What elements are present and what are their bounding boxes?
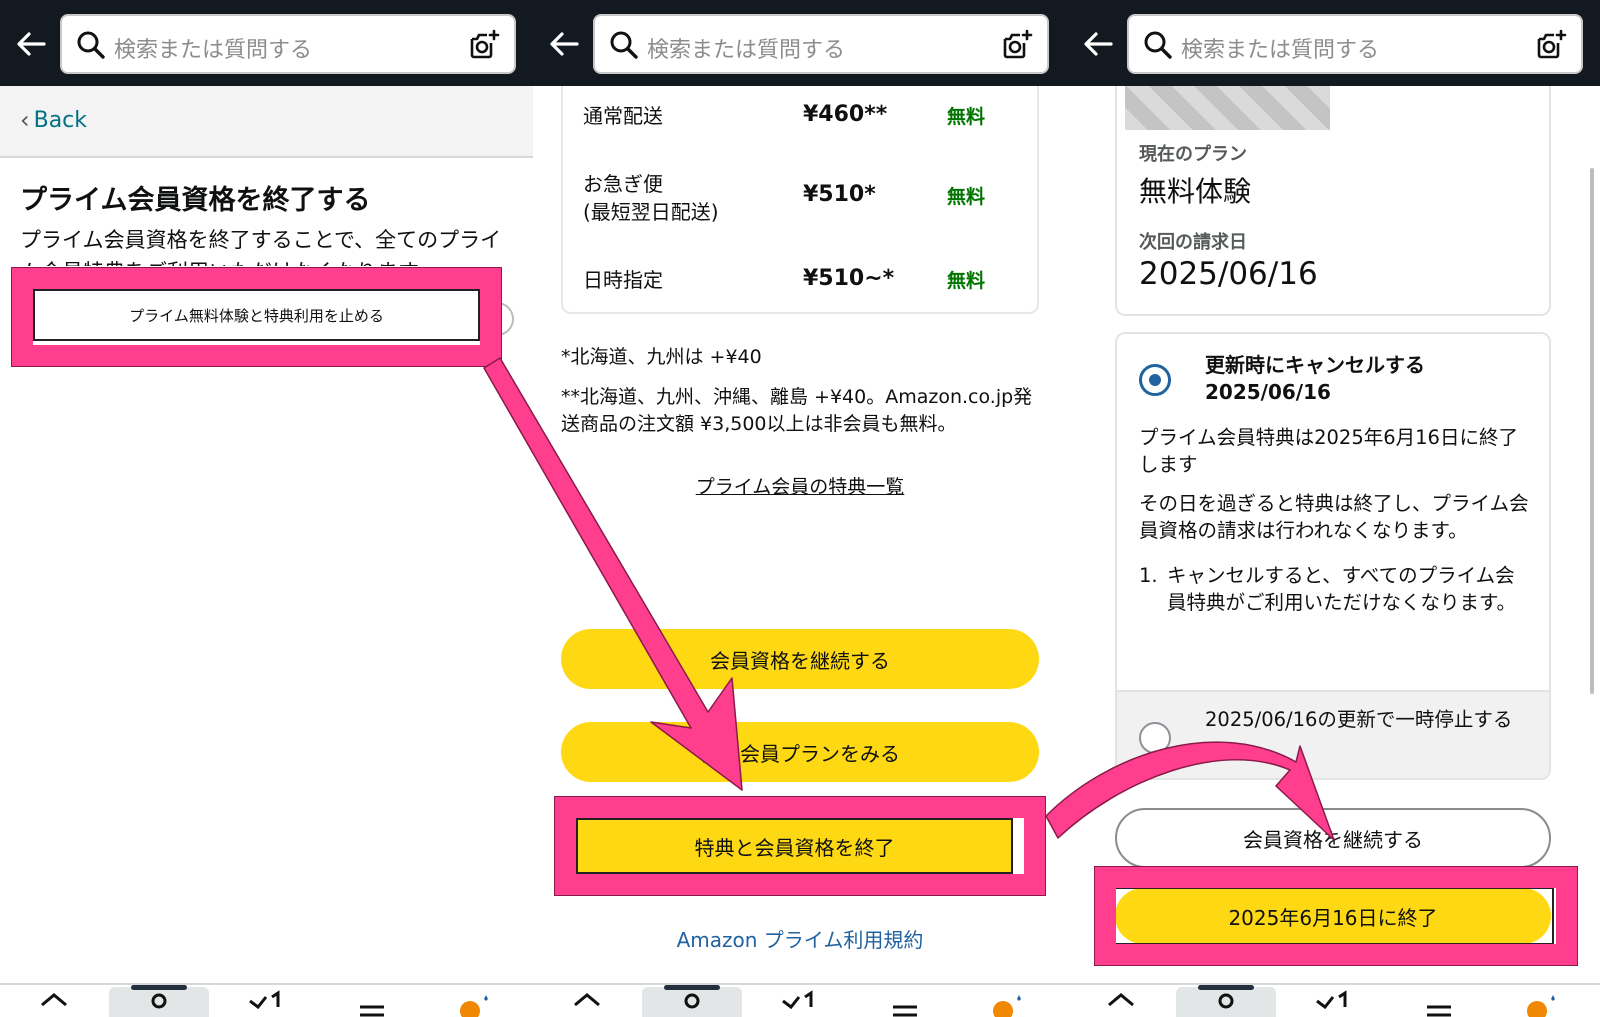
search-input[interactable]: 検索または質問する <box>1181 32 1379 64</box>
home-icon[interactable] <box>34 985 74 1017</box>
option-cancel-text: その日を過ぎると特典は終了し、プライム会員資格の請求は行われなくなります。 <box>1139 492 1529 542</box>
top-bar: 検索または質問する <box>0 0 533 86</box>
bottom-nav <box>533 983 1067 1017</box>
camera-plus-icon[interactable] <box>1535 29 1567 61</box>
arrow-left-icon[interactable] <box>14 27 48 61</box>
back-label[interactable]: Back <box>34 108 87 133</box>
menu-icon[interactable] <box>1419 985 1459 1017</box>
rufus-icon[interactable] <box>456 985 496 1017</box>
current-plan-value: 無料体験 <box>1139 175 1252 208</box>
back-bar: ‹ Back <box>0 86 533 158</box>
search-icon <box>610 31 638 59</box>
shipping-note: **北海道、九州、沖縄、離島 +¥40。Amazon.co.jp発送商品の注文額… <box>561 386 1033 435</box>
cancel-options: 更新時にキャンセルする 2025/06/16 プライム会員特典は2025年6月1… <box>1115 332 1551 780</box>
rufus-icon[interactable] <box>1523 985 1563 1017</box>
shipping-price: ¥510~* <box>803 266 895 291</box>
next-billing-label: 次回の請求日 <box>1139 232 1247 253</box>
top-bar: 検索または質問する <box>533 0 1067 86</box>
search-box[interactable]: 検索または質問する <box>60 14 516 74</box>
highlight-box <box>1094 866 1578 966</box>
shipping-free: 無料 <box>947 270 986 292</box>
search-icon <box>1144 31 1172 59</box>
other-plans-button[interactable]: 他の会員プランをみる <box>561 722 1039 782</box>
chevron-left-icon: ‹ <box>20 106 30 134</box>
benefits-link[interactable]: プライム会員の特典一覧 <box>561 472 1039 499</box>
arrow-left-icon[interactable] <box>547 27 581 61</box>
list-number: 1. <box>1139 564 1158 587</box>
highlight-box <box>554 796 1046 896</box>
shipping-name: 日時指定 <box>583 268 663 292</box>
account-icon[interactable] <box>139 985 179 1017</box>
panel-cancel-intro: 検索または質問する ‹ Back プライム会員資格を終了する プライム会員資格を… <box>0 0 533 1017</box>
continue-membership-button[interactable]: 会員資格を継続する <box>1115 808 1551 868</box>
shipping-table: 通常配送 ¥460** 無料 お急ぎ便 (最短翌日配送) ¥510* 無料 日時… <box>561 86 1039 314</box>
option-pause-text[interactable]: 2025/06/16の更新で一時停止する <box>1205 706 1535 746</box>
panel-shipping-benefits: 検索または質問する 通常配送 ¥460** 無料 お急ぎ便 (最短翌日配送) ¥… <box>533 0 1067 1017</box>
page-title: プライム会員資格を終了する <box>20 185 371 216</box>
hub-icon[interactable] <box>246 985 286 1017</box>
bottom-nav <box>1067 983 1600 1017</box>
home-icon[interactable] <box>567 985 607 1017</box>
hub-icon[interactable] <box>779 985 819 1017</box>
top-bar: 検索または質問する <box>1067 0 1600 86</box>
arrow-left-icon[interactable] <box>1081 27 1115 61</box>
hub-icon[interactable] <box>1313 985 1353 1017</box>
search-box[interactable]: 検索または質問する <box>593 14 1049 74</box>
shipping-note: *北海道、九州は +¥40 <box>561 346 762 368</box>
shipping-free: 無料 <box>947 186 986 208</box>
page-description: プライム会員資格を終了することで、全てのプライム会員特典をご利用いただけなくなり… <box>20 228 502 266</box>
search-box[interactable]: 検索または質問する <box>1127 14 1583 74</box>
rufus-icon[interactable] <box>989 985 1029 1017</box>
current-plan-label: 現在のプラン <box>1139 144 1247 165</box>
shipping-name: お急ぎ便 (最短翌日配送) <box>583 172 719 224</box>
back-link[interactable]: ‹ Back <box>20 106 87 134</box>
panel-cancel-options: 検索または質問する 現在のプラン 無料体験 次回の請求日 2025/06/16 … <box>1067 0 1600 1017</box>
search-input[interactable]: 検索または質問する <box>114 32 312 64</box>
search-icon <box>77 31 105 59</box>
account-icon[interactable] <box>672 985 712 1017</box>
account-icon[interactable] <box>1206 985 1246 1017</box>
continue-membership-button[interactable]: 会員資格を継続する <box>561 629 1039 689</box>
terms-link[interactable]: Amazon プライム利用規約 <box>561 924 1039 953</box>
shipping-free: 無料 <box>947 106 986 128</box>
radio-pause[interactable] <box>1139 722 1171 754</box>
shipping-name: 通常配送 <box>583 104 663 128</box>
highlight-box <box>11 267 502 367</box>
list-text: キャンセルすると、すべてのプライム会員特典がご利用いただけなくなります。 <box>1167 564 1517 614</box>
menu-icon[interactable] <box>352 985 392 1017</box>
menu-icon[interactable] <box>885 985 925 1017</box>
camera-plus-icon[interactable] <box>1001 29 1033 61</box>
shipping-price: ¥510* <box>803 182 876 207</box>
bottom-nav <box>0 983 533 1017</box>
next-billing-value: 2025/06/16 <box>1139 256 1318 292</box>
radio-cancel-at-renewal[interactable] <box>1139 364 1171 396</box>
camera-plus-icon[interactable] <box>468 29 500 61</box>
scrollbar[interactable] <box>1590 168 1594 694</box>
option-cancel-text: プライム会員特典は2025年6月16日に終了します <box>1139 426 1518 476</box>
search-input[interactable]: 検索または質問する <box>647 32 845 64</box>
shipping-price: ¥460** <box>803 102 888 127</box>
option-cancel-title[interactable]: 更新時にキャンセルする 2025/06/16 <box>1205 352 1425 406</box>
plan-image <box>1125 86 1330 130</box>
home-icon[interactable] <box>1101 985 1141 1017</box>
